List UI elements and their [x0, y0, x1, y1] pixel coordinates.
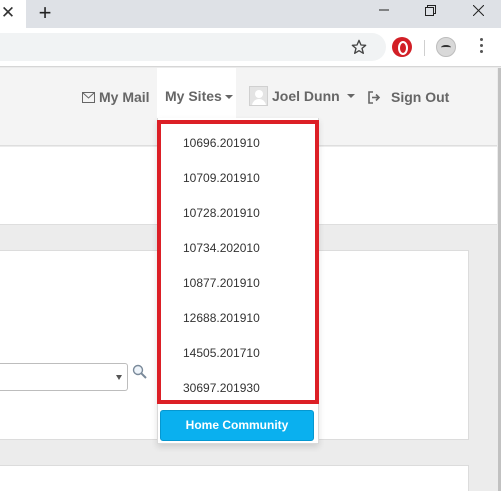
site-item[interactable]: 14505.201710	[161, 336, 315, 371]
browser-tab[interactable]: ✕	[0, 0, 26, 28]
close-tab-icon[interactable]: ✕	[0, 3, 16, 23]
opera-extension-icon[interactable]	[392, 37, 412, 57]
sign-out-label: Sign Out	[391, 89, 450, 105]
toolbar-divider	[424, 40, 425, 56]
minimize-icon	[379, 9, 389, 11]
secondary-panel	[0, 465, 469, 491]
browser-tab-strip: ✕ +	[0, 0, 501, 28]
select-arrow-icon	[116, 375, 122, 380]
caret-down-icon	[224, 95, 233, 100]
sign-out-link[interactable]: Sign Out	[368, 88, 449, 106]
envelope-icon	[82, 91, 95, 103]
my-sites-label: My Sites	[165, 88, 222, 104]
home-community-button[interactable]: Home Community	[160, 410, 314, 441]
my-mail-label: My Mail	[99, 89, 150, 105]
my-mail-link[interactable]: My Mail	[82, 88, 150, 106]
user-menu[interactable]: Joel Dunn	[249, 85, 355, 107]
site-item[interactable]: 10709.201910	[161, 161, 315, 196]
minimize-button[interactable]	[361, 0, 407, 24]
site-item[interactable]: 10728.201910	[161, 196, 315, 231]
close-window-button[interactable]	[455, 0, 501, 24]
menu-kebab-icon[interactable]	[478, 38, 484, 56]
my-sites-toggle[interactable]: My Sites	[165, 88, 233, 104]
restore-icon	[425, 5, 436, 16]
avatar	[249, 86, 268, 106]
browser-toolbar	[0, 28, 501, 67]
bookmark-star-icon[interactable]	[351, 39, 367, 55]
site-item[interactable]: 10696.201910	[161, 126, 315, 161]
new-tab-icon[interactable]: +	[35, 2, 55, 24]
site-item[interactable]: 10877.201910	[161, 266, 315, 301]
restore-button[interactable]	[407, 0, 453, 24]
user-name: Joel Dunn	[272, 88, 340, 104]
close-window-icon	[473, 5, 484, 16]
page-viewport: My Mail My Sites Joel Dunn Sign Out 1069…	[0, 68, 501, 491]
search-icon[interactable]	[132, 364, 148, 380]
site-item[interactable]: 10734.202010	[161, 231, 315, 266]
community-select[interactable]	[0, 363, 128, 391]
site-item[interactable]: 12688.201910	[161, 301, 315, 336]
address-bar[interactable]	[0, 33, 386, 61]
caret-down-icon	[346, 94, 355, 98]
sign-out-icon	[368, 90, 381, 104]
site-list-highlight: 10696.201910 10709.201910 10728.201910 1…	[157, 120, 319, 404]
face-extension-icon[interactable]	[436, 37, 456, 57]
site-item[interactable]: 30697.201930	[161, 371, 315, 406]
